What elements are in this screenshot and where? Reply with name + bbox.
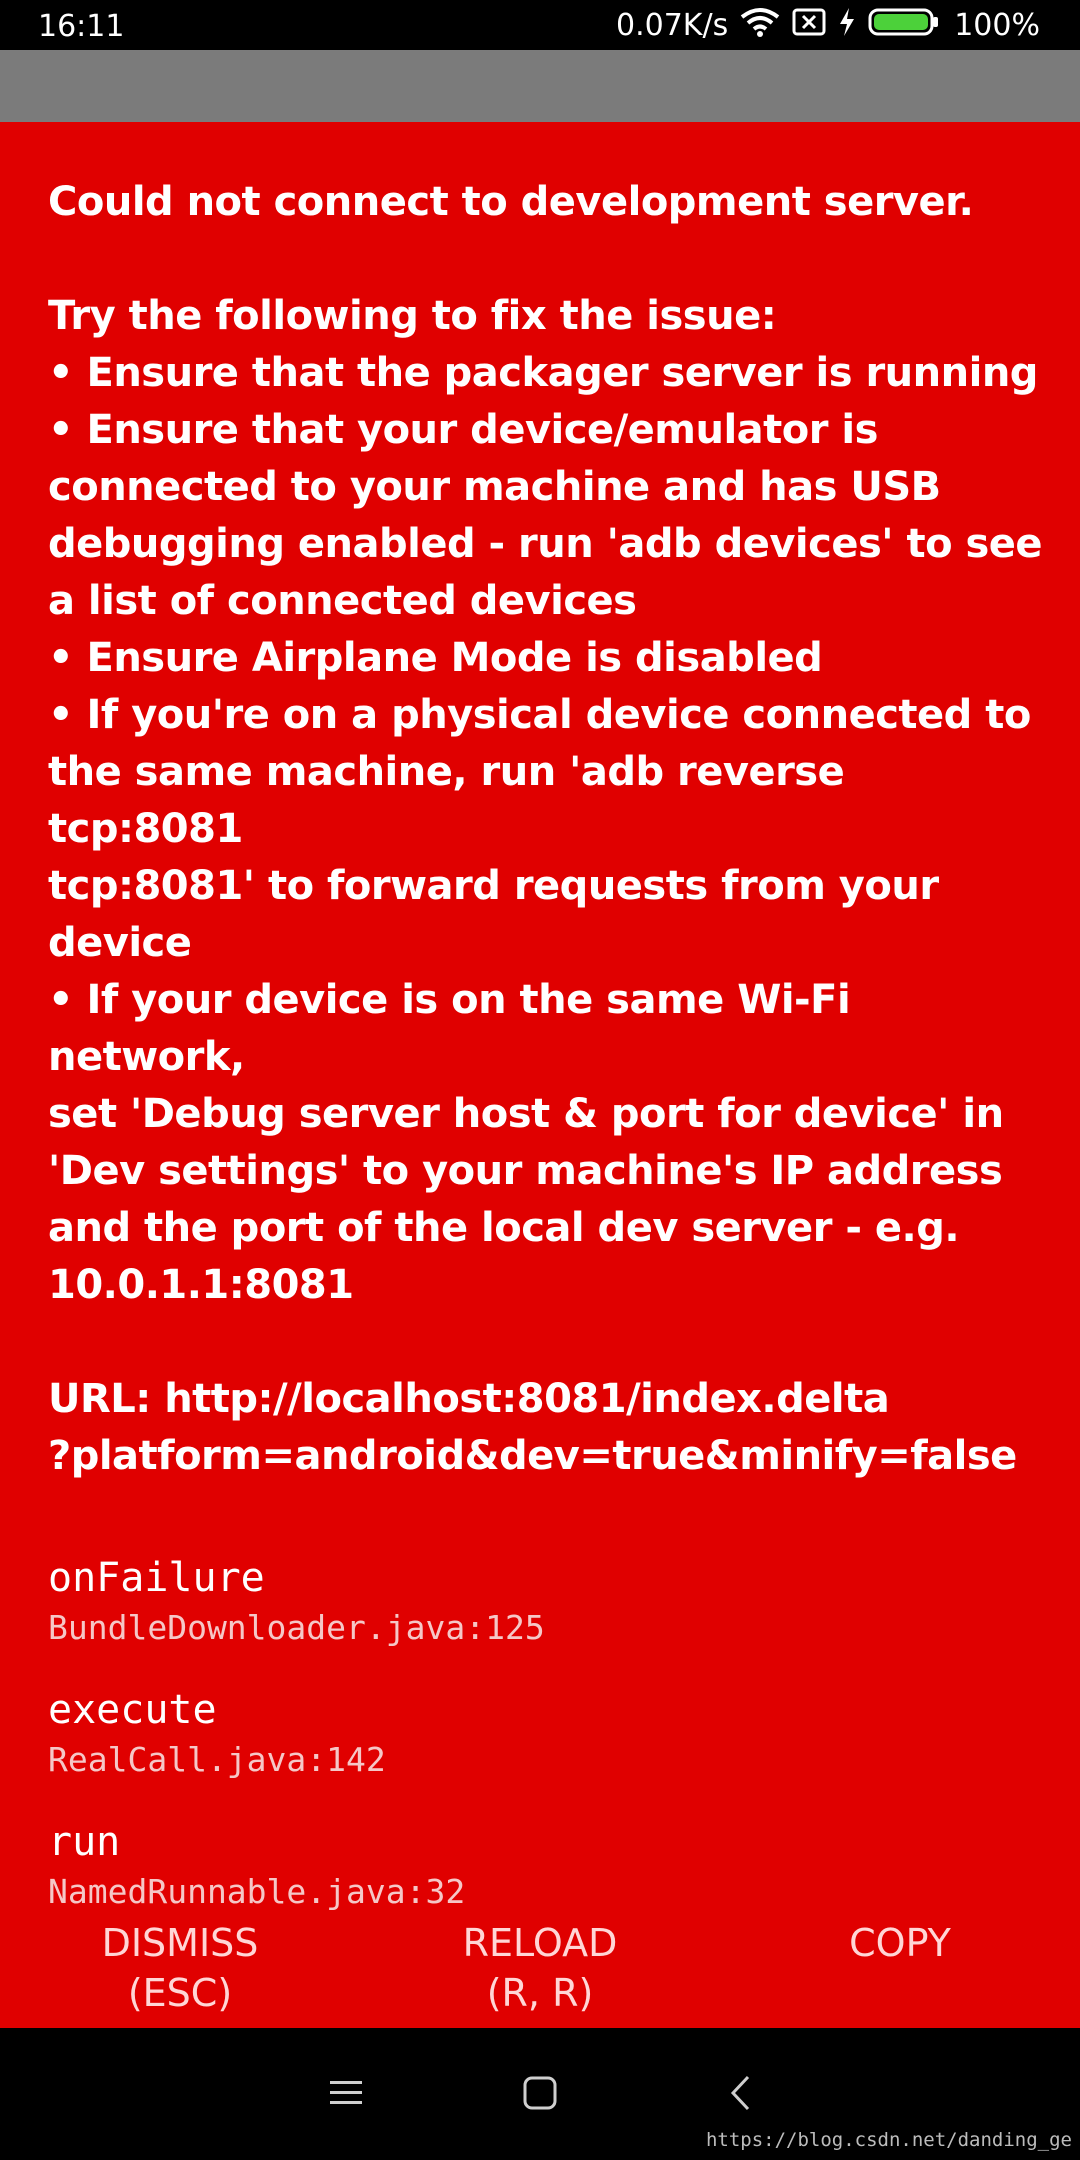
status-bar: 16:11 0.07K/s 100% [0, 0, 1080, 50]
stack-frame-file: NamedRunnable.java:32 [48, 1872, 466, 1911]
stack-frame-file: BundleDownloader.java:125 [48, 1608, 545, 1647]
stack-frame-method: onFailure [48, 1555, 265, 1601]
back-icon[interactable] [700, 2058, 780, 2128]
status-time: 16:11 [38, 9, 125, 44]
sim-missing-icon [792, 7, 826, 45]
stack-trace: onFailure BundleDownloader.java:125 exec… [48, 1551, 1048, 1915]
network-speed: 0.07K/s [616, 8, 729, 43]
stack-frame[interactable]: run NamedRunnable.java:32 [48, 1815, 1048, 1915]
app-bar [0, 50, 1080, 122]
reload-button[interactable]: RELOAD (R, R) [390, 1918, 690, 2018]
stack-frame-method: run [48, 1819, 121, 1865]
stack-frame[interactable]: onFailure BundleDownloader.java:125 [48, 1551, 1048, 1651]
stack-frame-file: RealCall.java:142 [48, 1740, 386, 1779]
wifi-icon [740, 7, 780, 45]
dismiss-button[interactable]: DISMISS (ESC) [30, 1918, 330, 2018]
redbox-buttons: DISMISS (ESC) RELOAD (R, R) COPY [0, 1918, 1080, 2028]
watermark: https://blog.csdn.net/danding_ge [705, 2129, 1072, 2151]
menu-icon[interactable] [306, 2058, 386, 2128]
battery-percent: 100% [954, 8, 1040, 43]
redbox-error-screen[interactable]: Could not connect to development server.… [48, 122, 1048, 1922]
error-message: Could not connect to development server.… [48, 179, 1043, 1479]
home-icon[interactable] [500, 2058, 580, 2128]
stack-frame[interactable]: execute RealCall.java:142 [48, 1683, 1048, 1783]
stack-frame-method: execute [48, 1687, 217, 1733]
status-icons: 0.07K/s 100% [616, 8, 1040, 44]
charging-icon [838, 7, 856, 45]
copy-button[interactable]: COPY [750, 1918, 1050, 1968]
battery-icon [868, 7, 940, 45]
